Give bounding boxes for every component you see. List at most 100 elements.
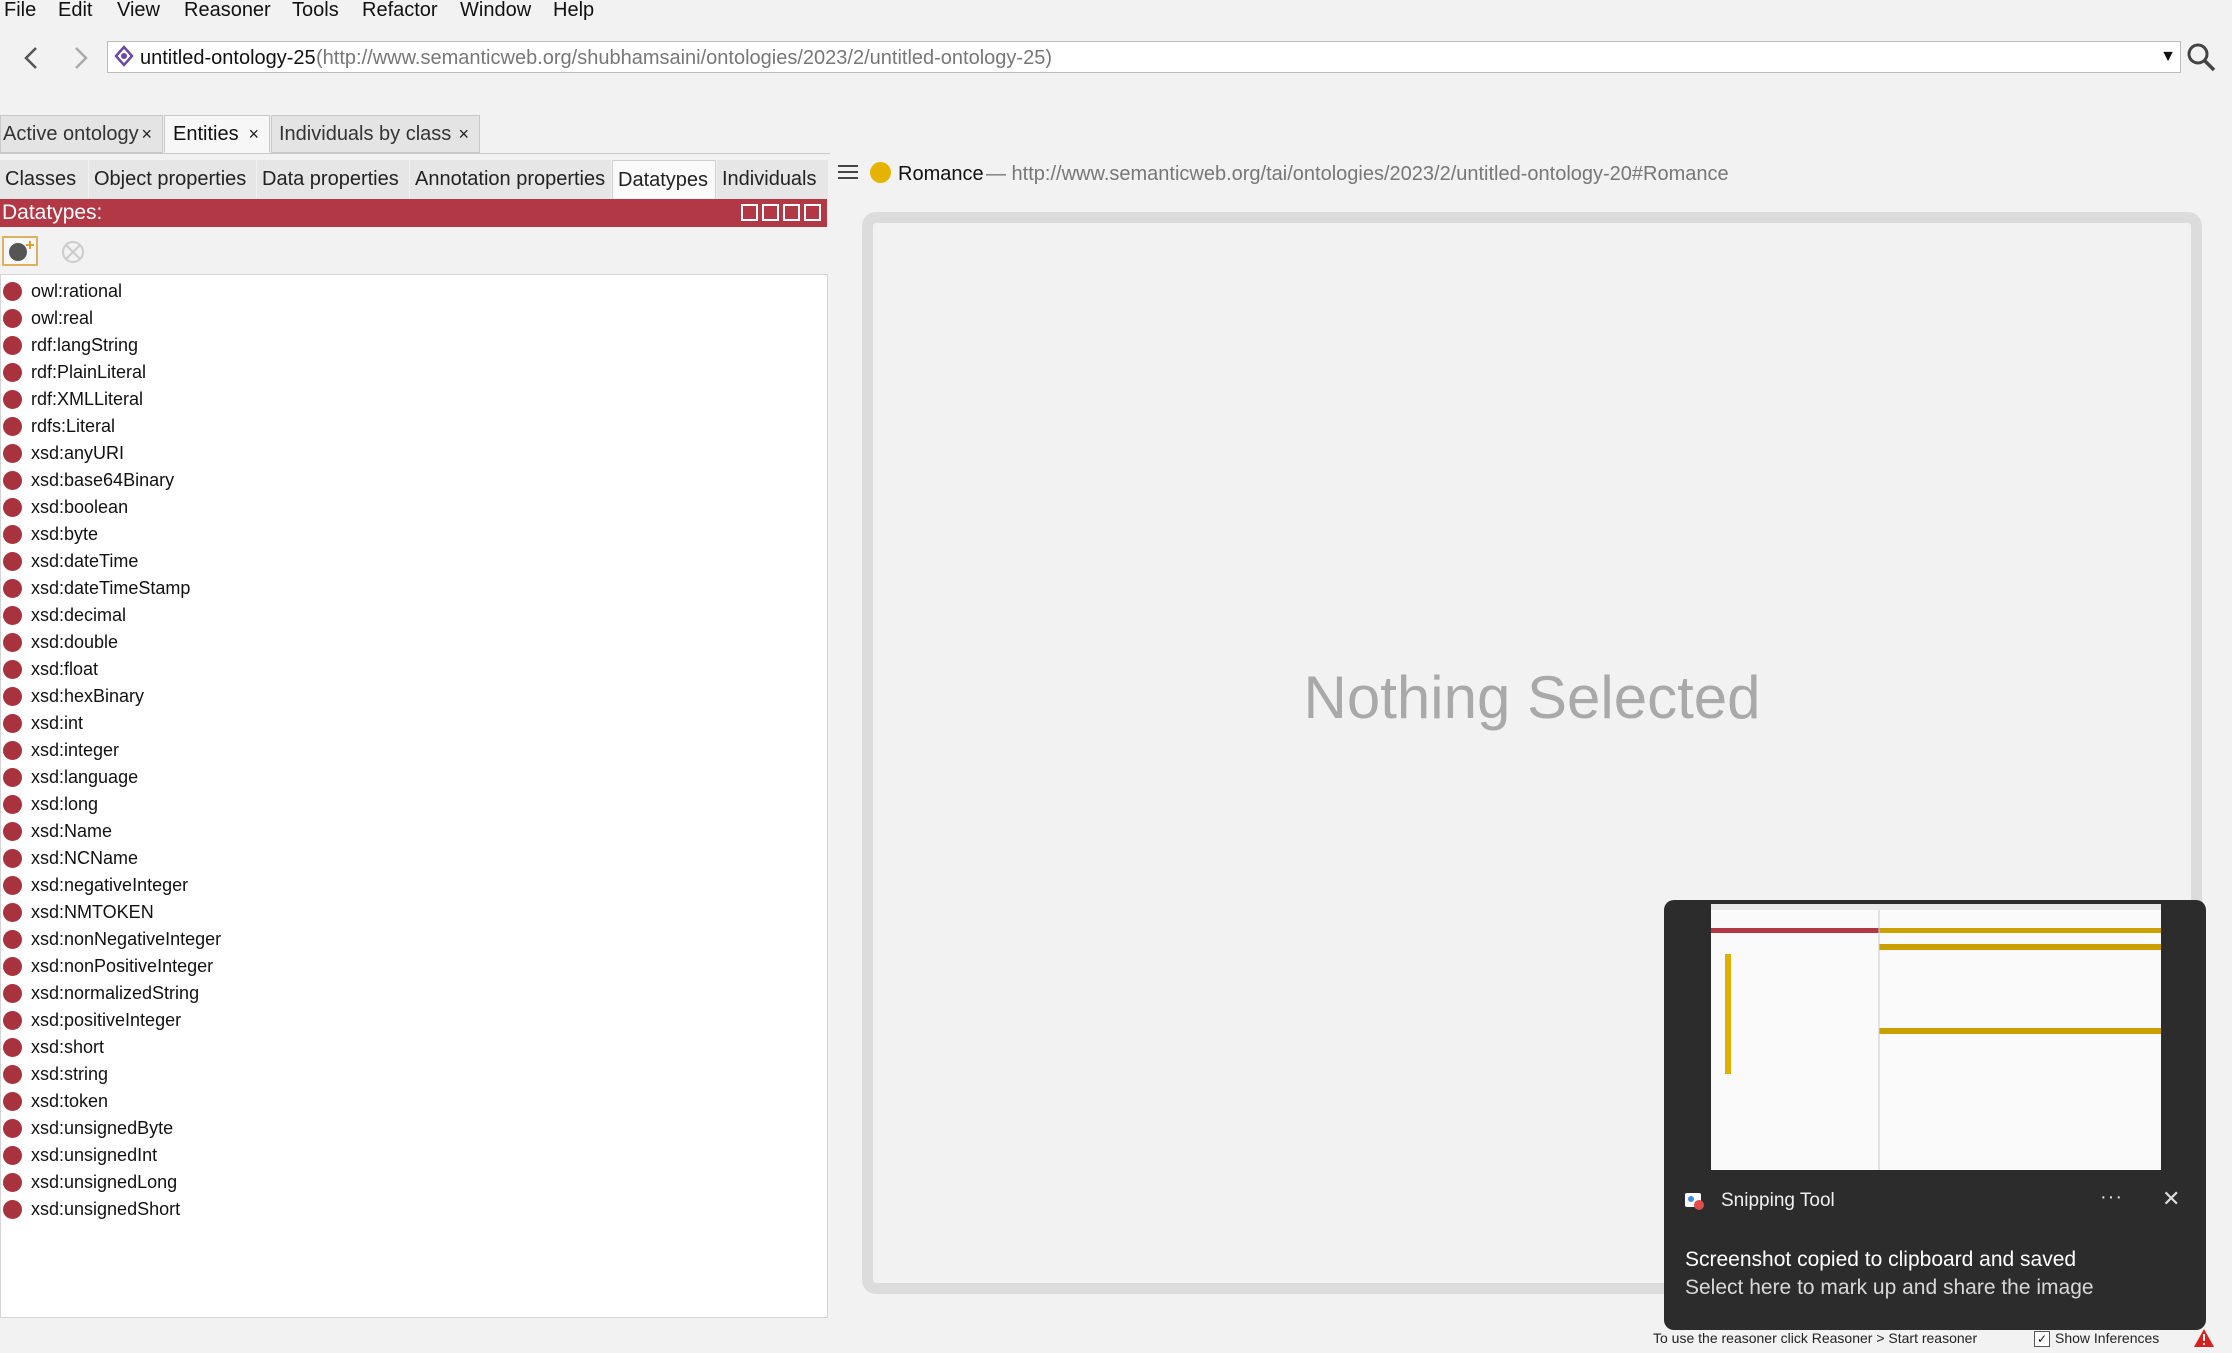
show-inferences-checkbox[interactable]: ✓: [2034, 1331, 2050, 1347]
list-item[interactable]: xsd:NMTOKEN: [1, 899, 821, 926]
list-item[interactable]: xsd:boolean: [1, 494, 821, 521]
datatype-icon: [3, 930, 22, 949]
menu-help[interactable]: Help: [553, 0, 594, 20]
list-item[interactable]: xsd:float: [1, 656, 821, 683]
snipping-tool-icon: [1684, 1190, 1706, 1212]
list-item[interactable]: xsd:unsignedInt: [1, 1142, 821, 1169]
list-item[interactable]: xsd:hexBinary: [1, 683, 821, 710]
datatype-icon: [3, 903, 22, 922]
menu-view[interactable]: View: [117, 0, 160, 20]
tab-object-properties[interactable]: Object properties: [89, 160, 256, 199]
list-item[interactable]: xsd:normalizedString: [1, 980, 821, 1007]
datatype-label: xsd:nonPositiveInteger: [31, 956, 214, 976]
list-item[interactable]: rdf:PlainLiteral: [1, 359, 821, 386]
list-item[interactable]: xsd:dateTimeStamp: [1, 575, 821, 602]
split-horizontal-icon[interactable]: [762, 204, 779, 221]
list-item[interactable]: rdf:langString: [1, 332, 821, 359]
datatype-icon: [3, 660, 22, 679]
datatypes-title: Datatypes:: [2, 201, 103, 224]
datatype-icon: [3, 849, 22, 868]
menu-bar: File Edit View Reasoner Tools Refactor W…: [0, 0, 2232, 30]
delete-datatype-button[interactable]: [60, 239, 86, 265]
list-item[interactable]: xsd:base64Binary: [1, 467, 821, 494]
datatype-label: xsd:boolean: [31, 497, 129, 517]
list-item[interactable]: owl:real: [1, 305, 821, 332]
tab-data-properties[interactable]: Data properties: [257, 160, 409, 199]
tab-individuals[interactable]: Individuals: [717, 160, 828, 199]
forward-button[interactable]: [66, 40, 96, 76]
list-item[interactable]: xsd:negativeInteger: [1, 872, 821, 899]
list-item[interactable]: xsd:double: [1, 629, 821, 656]
datatype-label: xsd:positiveInteger: [31, 1010, 182, 1030]
close-toast-button[interactable]: ✕: [2162, 1186, 2180, 1212]
list-item[interactable]: owl:rational: [1, 278, 821, 305]
datatype-icon: [3, 579, 22, 598]
list-item[interactable]: xsd:long: [1, 791, 821, 818]
list-item[interactable]: xsd:language: [1, 764, 821, 791]
list-item[interactable]: xsd:decimal: [1, 602, 821, 629]
datatype-icon: [3, 390, 22, 409]
tab-entities[interactable]: Entities ×: [164, 115, 270, 153]
list-item[interactable]: xsd:integer: [1, 737, 821, 764]
datatype-label: xsd:Name: [31, 821, 113, 841]
list-item[interactable]: xsd:unsignedShort: [1, 1196, 821, 1223]
screenshot-thumbnail[interactable]: [1711, 904, 2161, 1170]
list-item[interactable]: xsd:string: [1, 1061, 821, 1088]
datatype-label: xsd:double: [31, 632, 119, 652]
menu-tools[interactable]: Tools: [292, 0, 339, 20]
ontology-name: untitled-ontology-25: [140, 47, 316, 69]
datatype-icon: [3, 1119, 22, 1138]
datatype-icon: [3, 1065, 22, 1084]
toast-app-name: Snipping Tool: [1721, 1190, 1835, 1211]
datatype-label: owl:rational: [31, 281, 123, 301]
list-item[interactable]: rdfs:Literal: [1, 413, 821, 440]
close-view-icon[interactable]: [804, 204, 821, 221]
ontology-selector[interactable]: untitled-ontology-25 (http://www.semanti…: [107, 41, 2181, 73]
datatype-icon: [3, 714, 22, 733]
list-item[interactable]: xsd:short: [1, 1034, 821, 1061]
datatype-icon: [3, 471, 22, 490]
more-options-button[interactable]: ···: [2100, 1186, 2123, 1209]
list-item[interactable]: xsd:byte: [1, 521, 821, 548]
list-item[interactable]: xsd:token: [1, 1088, 821, 1115]
tab-active-ontology[interactable]: Active ontology ×: [0, 115, 163, 153]
menu-edit[interactable]: Edit: [58, 0, 92, 20]
empty-state-text: Nothing Selected: [1303, 664, 1761, 731]
tab-datatypes[interactable]: Datatypes: [612, 160, 716, 199]
list-item[interactable]: xsd:nonPositiveInteger: [1, 953, 821, 980]
back-button[interactable]: [16, 40, 46, 76]
warning-icon[interactable]: [2193, 1328, 2215, 1348]
tab-annotation-properties[interactable]: Annotation properties: [410, 160, 611, 199]
snipping-tool-notification[interactable]: Snipping Tool ··· ✕ Screenshot copied to…: [1664, 900, 2206, 1330]
list-item[interactable]: xsd:nonNegativeInteger: [1, 926, 821, 953]
menu-window[interactable]: Window: [460, 0, 531, 20]
datatype-label: xsd:int: [31, 713, 84, 733]
menu-reasoner[interactable]: Reasoner: [184, 0, 271, 20]
datatype-icon: [3, 1146, 22, 1165]
list-item[interactable]: xsd:int: [1, 710, 821, 737]
split-vertical-icon[interactable]: [741, 204, 758, 221]
close-icon[interactable]: ×: [458, 116, 469, 152]
list-item[interactable]: rdf:XMLLiteral: [1, 386, 821, 413]
tab-classes[interactable]: Classes: [0, 160, 88, 199]
list-item[interactable]: xsd:unsignedLong: [1, 1169, 821, 1196]
individual-icon: [870, 162, 891, 183]
tab-individuals-by-class[interactable]: Individuals by class ×: [271, 115, 480, 153]
menu-icon[interactable]: [838, 162, 858, 182]
search-icon[interactable]: [2184, 40, 2218, 74]
menu-file[interactable]: File: [4, 0, 36, 20]
list-item[interactable]: xsd:Name: [1, 818, 821, 845]
close-icon[interactable]: ×: [141, 116, 152, 152]
maximize-icon[interactable]: [783, 204, 800, 221]
list-item[interactable]: xsd:dateTime: [1, 548, 821, 575]
datatype-list[interactable]: owl:rational owl:real rdf:langString rdf:Pl…: [0, 274, 828, 1318]
close-icon[interactable]: ×: [248, 116, 259, 152]
datatype-label: xsd:dateTimeStamp: [31, 578, 191, 598]
chevron-down-icon[interactable]: ▼: [2160, 48, 2176, 66]
menu-refactor[interactable]: Refactor: [362, 0, 438, 20]
list-item[interactable]: xsd:anyURI: [1, 440, 821, 467]
add-datatype-button[interactable]: [2, 236, 38, 266]
list-item[interactable]: xsd:unsignedByte: [1, 1115, 821, 1142]
list-item[interactable]: xsd:NCName: [1, 845, 821, 872]
list-item[interactable]: xsd:positiveInteger: [1, 1007, 821, 1034]
